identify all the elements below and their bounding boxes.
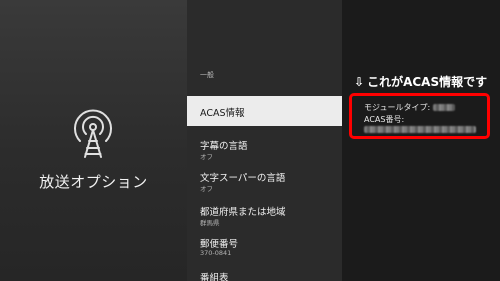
page-title: 放送オプション	[39, 173, 148, 191]
menu-item-label: ACAS情報	[200, 108, 245, 119]
menu-item-value: オフ	[200, 185, 213, 193]
menu-item-prefecture[interactable]: 都道府県または地域 群馬県	[187, 200, 342, 227]
acas-number-redacted	[364, 126, 476, 133]
menu-item-value: 群馬県	[200, 219, 220, 227]
module-type-label: モジュールタイプ:	[364, 103, 431, 112]
menu-item-label: 都道府県または地域	[200, 207, 286, 218]
menu-item-program-guide[interactable]: 番組表	[187, 266, 342, 281]
annotation-callout: ⇩ これがACAS情報です	[354, 73, 487, 90]
section-header: 一般	[200, 71, 214, 79]
menu-item-value: 370-0841	[200, 249, 232, 257]
menu-item-superimpose-language[interactable]: 文字スーパーの言語 オフ	[187, 166, 342, 193]
acas-number-redacted-line	[364, 125, 476, 134]
settings-menu: 一般 ACAS情報 字幕の言語 オフ 文字スーパーの言語 オフ 都道府県または地…	[187, 0, 342, 281]
acas-number-line: ACAS番号:	[364, 114, 404, 125]
menu-item-subtitle-language[interactable]: 字幕の言語 オフ	[187, 134, 342, 161]
menu-item-label: 字幕の言語	[200, 141, 248, 152]
menu-item-acas-info[interactable]: ACAS情報	[187, 96, 342, 126]
left-panel: 放送オプション	[0, 0, 187, 281]
module-type-line: モジュールタイプ:	[364, 102, 455, 113]
acas-number-label: ACAS番号:	[364, 115, 405, 124]
annotation-text: これがACAS情報です	[367, 75, 488, 89]
menu-item-value: オフ	[200, 153, 213, 161]
menu-item-postal-code[interactable]: 郵便番号 370-0841	[187, 232, 342, 258]
module-type-redacted	[432, 104, 455, 111]
antenna-broadcast-icon	[74, 109, 112, 158]
detail-panel: ⇩ これがACAS情報です モジュールタイプ: ACAS番号:	[342, 0, 500, 281]
menu-item-label: 番組表	[200, 273, 229, 281]
menu-item-label: 郵便番号	[200, 239, 239, 250]
menu-item-label: 文字スーパーの言語	[200, 173, 286, 184]
down-arrow-icon: ⇩	[354, 75, 365, 89]
